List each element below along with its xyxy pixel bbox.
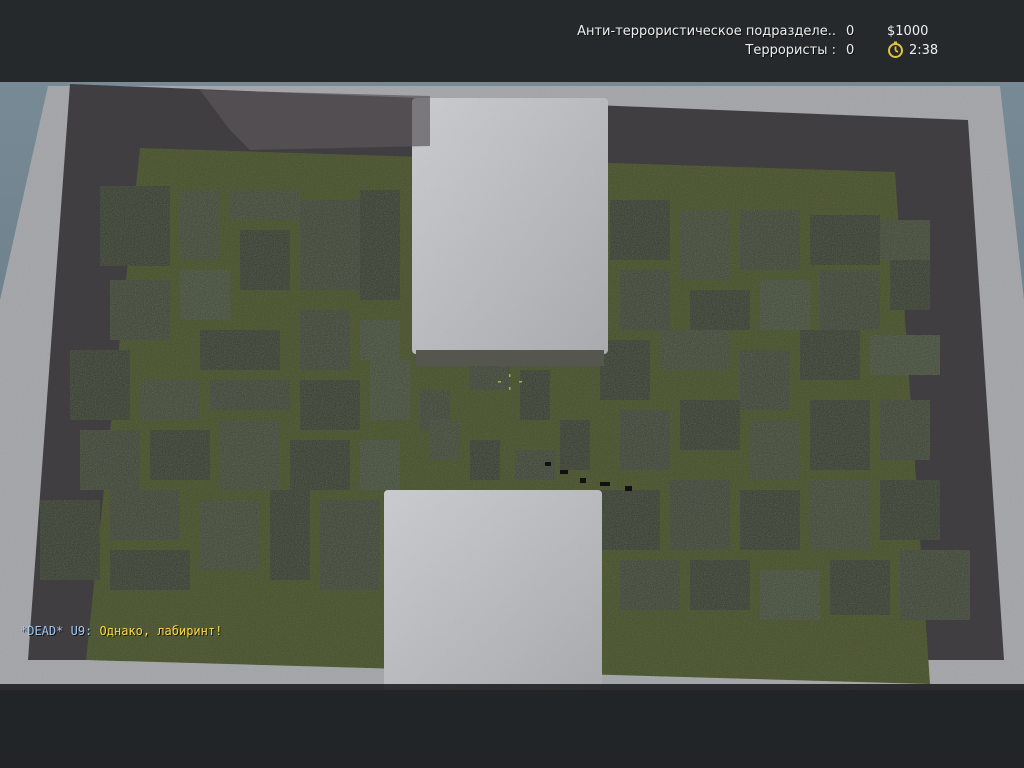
round-timer: 2:38 (909, 43, 939, 58)
stopwatch-icon (888, 41, 903, 58)
chat-message: *DEAD* U9: Однако, лабиринт! (20, 624, 222, 638)
money-display: $1000 (887, 24, 929, 39)
game-viewport: Анти-террористическое подразделе.. 0 Тер… (0, 0, 1024, 768)
chat-dead-tag: *DEAD* (20, 624, 64, 638)
chat-player-name: U9: (70, 624, 93, 638)
chat-text: Однако, лабиринт! (99, 624, 223, 638)
t-score: 0 (846, 43, 855, 58)
ct-score: 0 (846, 24, 855, 39)
hud-bottom-bar (0, 684, 1024, 768)
crosshair-icon (498, 374, 522, 390)
ct-team-name: Анти-террористическое подразделе.. (577, 24, 836, 39)
hud-top-bar (0, 0, 1024, 82)
t-team-name: Террористы : (745, 43, 836, 58)
